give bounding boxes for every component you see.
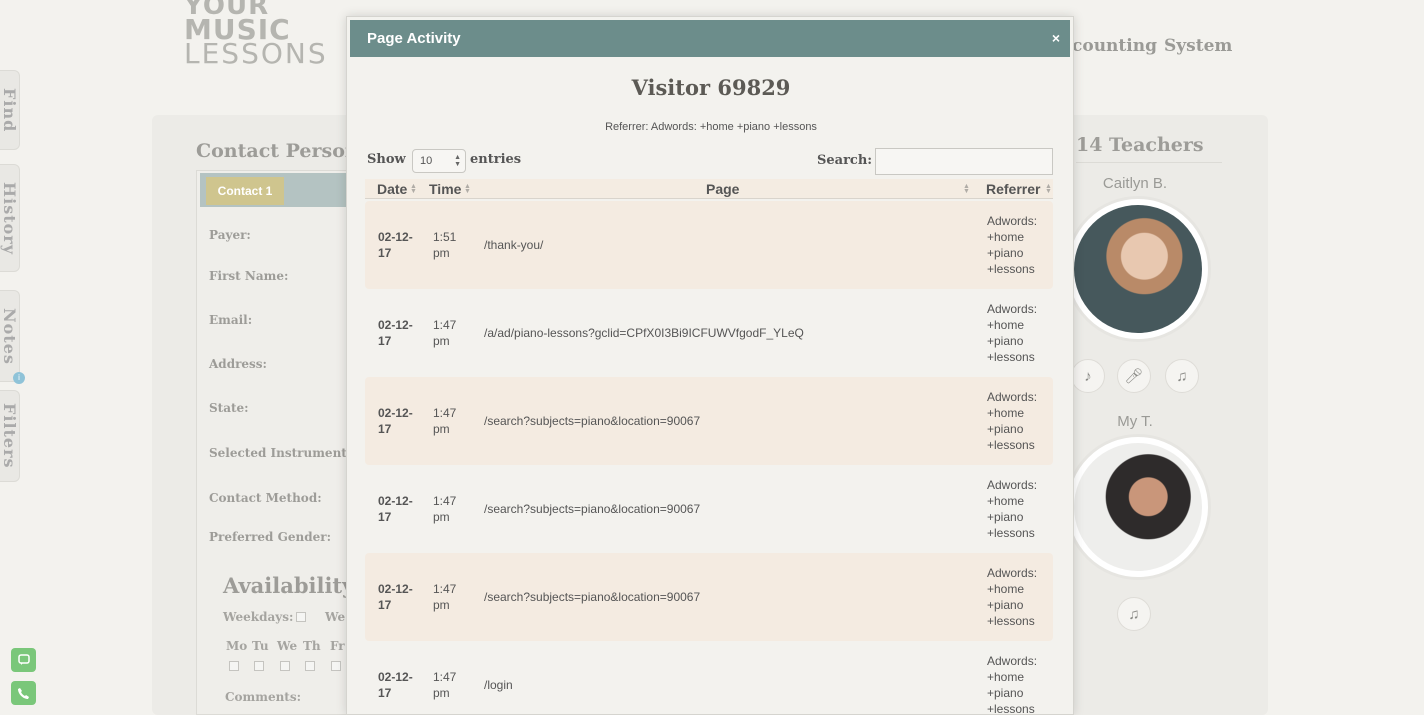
label-payer: Payer: — [209, 228, 251, 242]
nav-item-system[interactable]: System — [1164, 36, 1232, 56]
column-header-date[interactable]: Date — [377, 179, 407, 199]
day-checkbox-fr[interactable] — [331, 661, 341, 671]
label-selected-instrument: Selected Instrument: — [209, 446, 352, 460]
label-contact-method: Contact Method: — [209, 491, 322, 505]
day-label-th: Th — [303, 639, 321, 653]
sort-icon: ▲ ▼ — [410, 183, 417, 195]
cell-page: /login — [484, 678, 513, 692]
cell-referrer: Adwords: +home +piano +lessons — [987, 478, 1038, 540]
visitor-title: Visitor 69829 — [631, 75, 791, 100]
cell-referrer: Adwords: +home +piano +lessons — [987, 654, 1038, 715]
availability-title: Availability — [223, 573, 355, 598]
table-row[interactable]: 02-12-17 1:47 pm /a/ad/piano-lessons?gcl… — [365, 289, 1053, 377]
label-email: Email: — [209, 313, 253, 327]
cell-referrer: Adwords: +home +piano +lessons — [987, 566, 1038, 628]
tab-contact-1[interactable]: Contact 1 — [206, 177, 284, 205]
day-checkbox-we[interactable] — [280, 661, 290, 671]
day-checkbox-mo[interactable] — [229, 661, 239, 671]
table-row[interactable]: 02-12-17 1:47 pm /search?subjects=piano&… — [365, 377, 1053, 465]
cell-time: 1:47 pm — [433, 406, 457, 436]
day-checkbox-tu[interactable] — [254, 661, 264, 671]
entries-label: entries — [470, 152, 522, 167]
teacher-photo[interactable] — [1065, 434, 1211, 580]
table-row[interactable]: 02-12-17 1:47 pm /search?subjects=piano&… — [365, 553, 1053, 641]
phone-icon[interactable] — [11, 681, 36, 705]
entries-select[interactable]: 10 ▲ ▼ — [412, 149, 466, 173]
table-row[interactable]: 02-12-17 1:51 pm /thank-you/ Adwords: +h… — [365, 201, 1053, 289]
day-label-we: We — [277, 639, 298, 653]
label-address: Address: — [209, 357, 267, 371]
weekdays-label: Weekdays: — [223, 610, 294, 624]
table-row[interactable]: 02-12-17 1:47 pm /login Adwords: +home +… — [365, 641, 1053, 715]
sidetab-notes[interactable]: Notes — [0, 290, 20, 382]
teacher-name[interactable]: My T. — [1075, 413, 1195, 430]
label-state: State: — [209, 401, 249, 415]
sort-icon: ▲ ▼ — [1045, 183, 1052, 195]
cell-date: 02-12-17 — [378, 318, 413, 348]
sidetab-history[interactable]: History — [0, 164, 20, 272]
label-first-name: First Name: — [209, 269, 289, 283]
cell-time: 1:47 pm — [433, 582, 457, 612]
cell-date: 02-12-17 — [378, 230, 413, 260]
nav-item-accounting[interactable]: counting — [1072, 36, 1157, 56]
modal-header: Page Activity × — [350, 20, 1070, 57]
select-arrows-icon: ▲ ▼ — [454, 154, 461, 168]
cell-page: /search?subjects=piano&location=90067 — [484, 414, 701, 428]
day-label-fr: Fr — [330, 639, 345, 653]
day-label-tu: Tu — [252, 639, 269, 653]
visitor-referrer: Referrer: Adwords: +home +piano +lessons — [605, 121, 817, 133]
cell-date: 02-12-17 — [378, 582, 413, 612]
search-input[interactable] — [875, 148, 1053, 175]
cell-date: 02-12-17 — [378, 406, 413, 436]
cell-page: /thank-you/ — [484, 238, 544, 252]
cell-time: 1:47 pm — [433, 494, 457, 524]
table-row[interactable]: 02-12-17 1:47 pm /search?subjects=piano&… — [365, 465, 1053, 553]
sort-icon: ▲ ▼ — [963, 183, 970, 195]
cell-referrer: Adwords: +home +piano +lessons — [987, 302, 1038, 364]
sidetab-filters[interactable]: Filters — [0, 390, 20, 482]
piano-icon: ♫ — [1117, 597, 1151, 631]
contact-person-title: Contact Person — [196, 140, 359, 162]
sidetab-find[interactable]: Find — [0, 70, 20, 150]
cell-referrer: Adwords: +home +piano +lessons — [987, 214, 1038, 276]
table-header: Date ▲ ▼ Time ▲ ▼ Page ▲ ▼ Referrer ▲ ▼ — [365, 179, 1053, 199]
app-logo[interactable]: YOUR MUSIC LESSONS — [184, 0, 328, 70]
cell-page: /a/ad/piano-lessons?gclid=CPfX0I3Bi9ICFU… — [484, 326, 804, 340]
cell-page: /search?subjects=piano&location=90067 — [484, 590, 701, 604]
microphone-icon: 🎤︎ — [1117, 359, 1151, 393]
column-header-page[interactable]: Page — [706, 179, 739, 199]
cell-time: 1:47 pm — [433, 670, 457, 700]
day-label-mo: Mo — [226, 639, 248, 653]
cell-time: 1:47 pm — [433, 318, 457, 348]
comments-label: Comments: — [225, 690, 302, 704]
show-label: Show — [367, 152, 406, 167]
contact-form — [196, 170, 356, 715]
teachers-title: 14 Teachers — [1076, 134, 1204, 156]
weekend-label: We — [325, 610, 346, 624]
teacher-name[interactable]: Caitlyn B. — [1075, 175, 1195, 192]
day-checkbox-th[interactable] — [305, 661, 315, 671]
cell-time: 1:51 pm — [433, 230, 457, 260]
logo-line-3: LESSONS — [184, 37, 328, 70]
cell-date: 02-12-17 — [378, 494, 413, 524]
page-activity-modal: Page Activity × Visitor 69829 Referrer: … — [346, 16, 1074, 715]
teacher-photo[interactable] — [1065, 196, 1211, 342]
notes-info-icon: i — [13, 372, 25, 384]
column-header-referrer[interactable]: Referrer — [986, 179, 1040, 199]
weekdays-checkbox[interactable] — [296, 612, 306, 622]
label-preferred-gender: Preferred Gender: — [209, 530, 332, 544]
cell-date: 02-12-17 — [378, 670, 413, 700]
cell-referrer: Adwords: +home +piano +lessons — [987, 390, 1038, 452]
piano-icon: ♫ — [1165, 359, 1199, 393]
column-header-time[interactable]: Time — [429, 179, 461, 199]
entries-select-value: 10 — [420, 155, 433, 167]
close-icon[interactable]: × — [1052, 20, 1060, 57]
chat-icon[interactable] — [11, 648, 36, 672]
sort-icon: ▲ ▼ — [464, 183, 471, 195]
teachers-divider — [1076, 162, 1222, 163]
search-label: Search: — [817, 153, 873, 168]
modal-title: Page Activity — [367, 30, 461, 47]
guitar-icon: ♪ — [1071, 359, 1105, 393]
cell-page: /search?subjects=piano&location=90067 — [484, 502, 701, 516]
